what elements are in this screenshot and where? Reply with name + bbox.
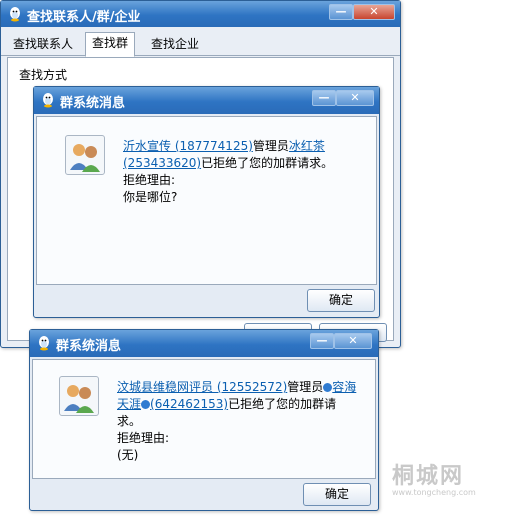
dialog2-line1: 汶城县维稳网评员 (12552572)管理员 容海 [117,379,356,396]
dialog2-close-button[interactable]: ✕ [334,333,372,349]
dialog2-minimize-button[interactable]: — [310,333,334,349]
admin-label: 管理员 [287,380,324,394]
group-avatar-icon [65,135,105,175]
dialog1-line1: 沂水宣传 (187774125)管理员冰红茶 [123,138,325,155]
group-link[interactable]: 汶城县维稳网评员 (12552572) [117,380,287,394]
rejected-text: 已拒绝了您的加群请 [228,397,337,411]
dialog2-title: 群系统消息 [56,339,122,354]
group-message-dialog-1: 群系统消息 — ✕ 沂水宣传 (187774125)管理员冰红茶 (253433… [33,86,380,318]
rejected-text: 已拒绝了您的加群请求。 [201,156,334,170]
dialog1-minimize-button[interactable]: — [312,90,336,106]
window-title: 查找联系人/群/企业 [27,10,141,25]
watermark-brand: 桐城网 [392,464,465,489]
tab-bar: 查找联系人 查找群 查找企业 [1,31,400,57]
search-method-label: 查找方式 [19,68,68,82]
dialog2-ok-button[interactable]: 确定 [303,483,371,506]
dialog2-message-area: 汶城县维稳网评员 (12552572)管理员 容海 天涯 (642462153)已拒… [32,359,376,479]
dialog1-close-button[interactable]: ✕ [336,90,374,106]
reason-label: 拒绝理由: [117,431,170,445]
admin-label: 管理员 [252,139,289,153]
reason-text: (无) [117,448,139,462]
admin-id-link[interactable]: (253433620) [123,156,201,170]
reason-text: 你是哪位? [123,190,178,204]
group-link[interactable]: 沂水宣传 (187774125) [123,139,253,153]
dialog2-line2: 天涯 (642462153)已拒绝了您的加群请 [117,396,336,413]
dialog1-title: 群系统消息 [60,96,126,111]
group-avatar-icon [59,376,99,416]
admin-link-cont[interactable]: 天涯 [117,397,141,411]
dialog1-message-area: 沂水宣传 (187774125)管理员冰红茶 (253433620)已拒绝了您的… [36,116,377,285]
rejected-text-cont: 求。 [117,414,142,428]
tab-find-group[interactable]: 查找群 [85,32,136,57]
user-dot-icon [141,400,151,409]
dialog1-titlebar[interactable]: 群系统消息 — ✕ [34,87,379,114]
main-titlebar[interactable]: 查找联系人/群/企业 — ✕ [1,1,400,27]
admin-link[interactable]: 容海 [332,380,356,394]
tab-find-contact[interactable]: 查找联系人 [7,34,79,54]
group-message-dialog-2: 群系统消息 — ✕ 汶城县维稳网评员 (12552572)管理员 容海 天涯 (64… [29,329,379,511]
tab-find-company[interactable]: 查找企业 [145,34,205,54]
dialog1-line2: (253433620)已拒绝了您的加群请求。 [123,155,333,172]
minimize-button[interactable]: — [329,4,353,20]
dialog1-ok-button[interactable]: 确定 [307,289,375,312]
admin-link[interactable]: 冰红茶 [289,139,325,153]
qq-penguin-icon [40,92,56,108]
admin-id-link[interactable]: (642462153) [150,397,228,411]
watermark-url: www.tongcheng.com [392,488,476,497]
close-button[interactable]: ✕ [353,4,395,20]
user-dot-icon [323,383,333,392]
qq-penguin-icon [36,335,52,351]
qq-penguin-icon [7,6,23,22]
dialog2-titlebar[interactable]: 群系统消息 — ✕ [30,330,378,357]
reason-label: 拒绝理由: [123,173,176,187]
